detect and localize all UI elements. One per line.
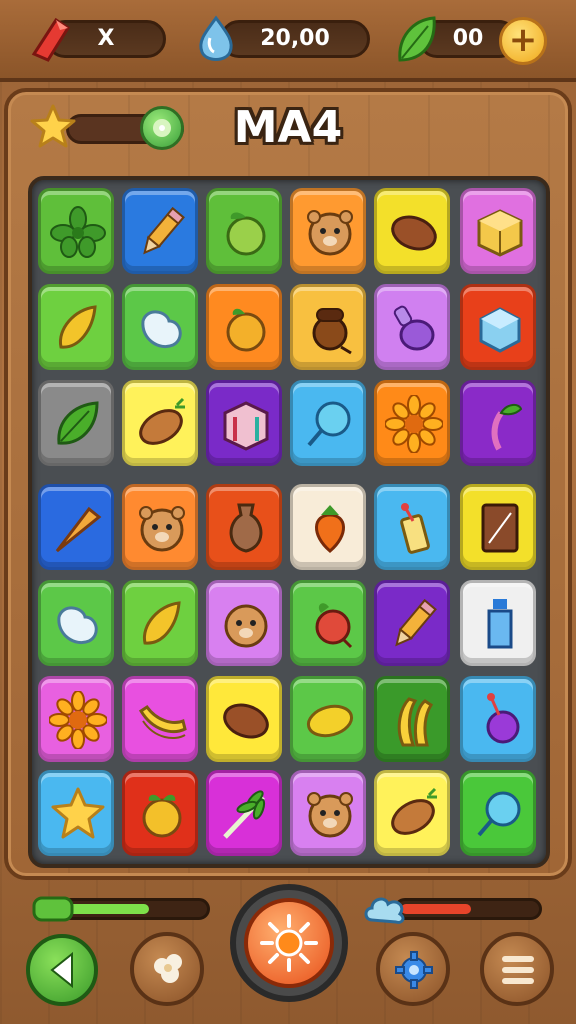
- tile-banana[interactable]: [122, 676, 198, 762]
- tile-potion-2[interactable]: [460, 676, 536, 762]
- red-meter-track: [394, 898, 542, 920]
- tile-sweet-potato[interactable]: [122, 380, 198, 466]
- star-meter: [30, 104, 186, 152]
- tile-hamster-2[interactable]: [122, 484, 198, 570]
- tile-acorn[interactable]: [290, 284, 366, 370]
- popcorn-icon: [154, 954, 182, 983]
- cloud-icon: [364, 897, 405, 924]
- hamburger-icon: [502, 956, 534, 984]
- drop-value: 20,00: [220, 20, 370, 58]
- blue-drop-icon: [199, 15, 233, 61]
- tile-berry[interactable]: [290, 580, 366, 666]
- tile-ice-cube[interactable]: [460, 284, 536, 370]
- tile-leaf-cluster[interactable]: [38, 188, 114, 274]
- tile-sunflower-2[interactable]: [38, 676, 114, 762]
- tile-lime[interactable]: [206, 188, 282, 274]
- tile-hamster-4[interactable]: [290, 770, 366, 856]
- settings-button[interactable]: [376, 932, 450, 1006]
- star-icon: [30, 104, 76, 148]
- tile-mango[interactable]: [38, 284, 114, 370]
- red-gem-icon: [31, 17, 71, 62]
- tile-banana-2[interactable]: [374, 676, 450, 762]
- tile-carrot[interactable]: [38, 484, 114, 570]
- tile-hamster[interactable]: [290, 188, 366, 274]
- tile-potion[interactable]: [374, 284, 450, 370]
- tile-bottle[interactable]: [460, 580, 536, 666]
- green-meter-track: [60, 898, 210, 920]
- tile-orange-2[interactable]: [122, 770, 198, 856]
- green-meter-fill: [67, 904, 149, 914]
- tile-mango-3[interactable]: [290, 676, 366, 762]
- add-currency-button[interactable]: +: [499, 17, 547, 65]
- tile-pencil-2[interactable]: [374, 580, 450, 666]
- green-meter: [30, 892, 210, 924]
- tile-pencil[interactable]: [122, 188, 198, 274]
- tile-leaf[interactable]: [38, 380, 114, 466]
- tile-bean[interactable]: [374, 188, 450, 274]
- tile-cube[interactable]: [460, 188, 536, 274]
- back-arrow-icon: [50, 951, 73, 989]
- resource-bar: X 20,00 00 +: [0, 0, 576, 82]
- tile-orange[interactable]: [206, 284, 282, 370]
- green-leaf-icon: [398, 16, 436, 62]
- tile-star[interactable]: [38, 770, 114, 856]
- tile-lollipop-2[interactable]: [460, 770, 536, 856]
- gear-icon: [395, 951, 433, 989]
- tile-mango-2[interactable]: [122, 580, 198, 666]
- tile-lollipop[interactable]: [290, 380, 366, 466]
- drop-counter: 20,00: [190, 15, 370, 61]
- booster-button[interactable]: [230, 884, 348, 1002]
- tile-crate[interactable]: [206, 380, 282, 466]
- shop-button[interactable]: [130, 932, 204, 1006]
- red-meter-fill: [401, 904, 471, 914]
- tile-hamster-3[interactable]: [206, 580, 282, 666]
- sun-icon: [260, 914, 318, 972]
- gem-counter: X: [22, 17, 168, 62]
- tile-strawberry[interactable]: [290, 484, 366, 570]
- tile-drink[interactable]: [374, 484, 450, 570]
- menu-button[interactable]: [480, 932, 554, 1006]
- tile-bean-2[interactable]: [206, 676, 282, 762]
- tile-sweet-potato-2[interactable]: [374, 770, 450, 856]
- tile-leaf-sprig[interactable]: [206, 770, 282, 856]
- tile-sprout[interactable]: [460, 380, 536, 466]
- tile-white-bean-2[interactable]: [38, 580, 114, 666]
- tile-card[interactable]: [460, 484, 536, 570]
- green-tube-icon: [32, 896, 74, 922]
- kiwi-icon[interactable]: [140, 106, 184, 150]
- back-button[interactable]: [26, 934, 98, 1006]
- tile-vase[interactable]: [206, 484, 282, 570]
- red-meter: [364, 892, 542, 924]
- level-title: MA4: [233, 102, 343, 153]
- tile-white-bean[interactable]: [122, 284, 198, 370]
- tile-sunflower[interactable]: [374, 380, 450, 466]
